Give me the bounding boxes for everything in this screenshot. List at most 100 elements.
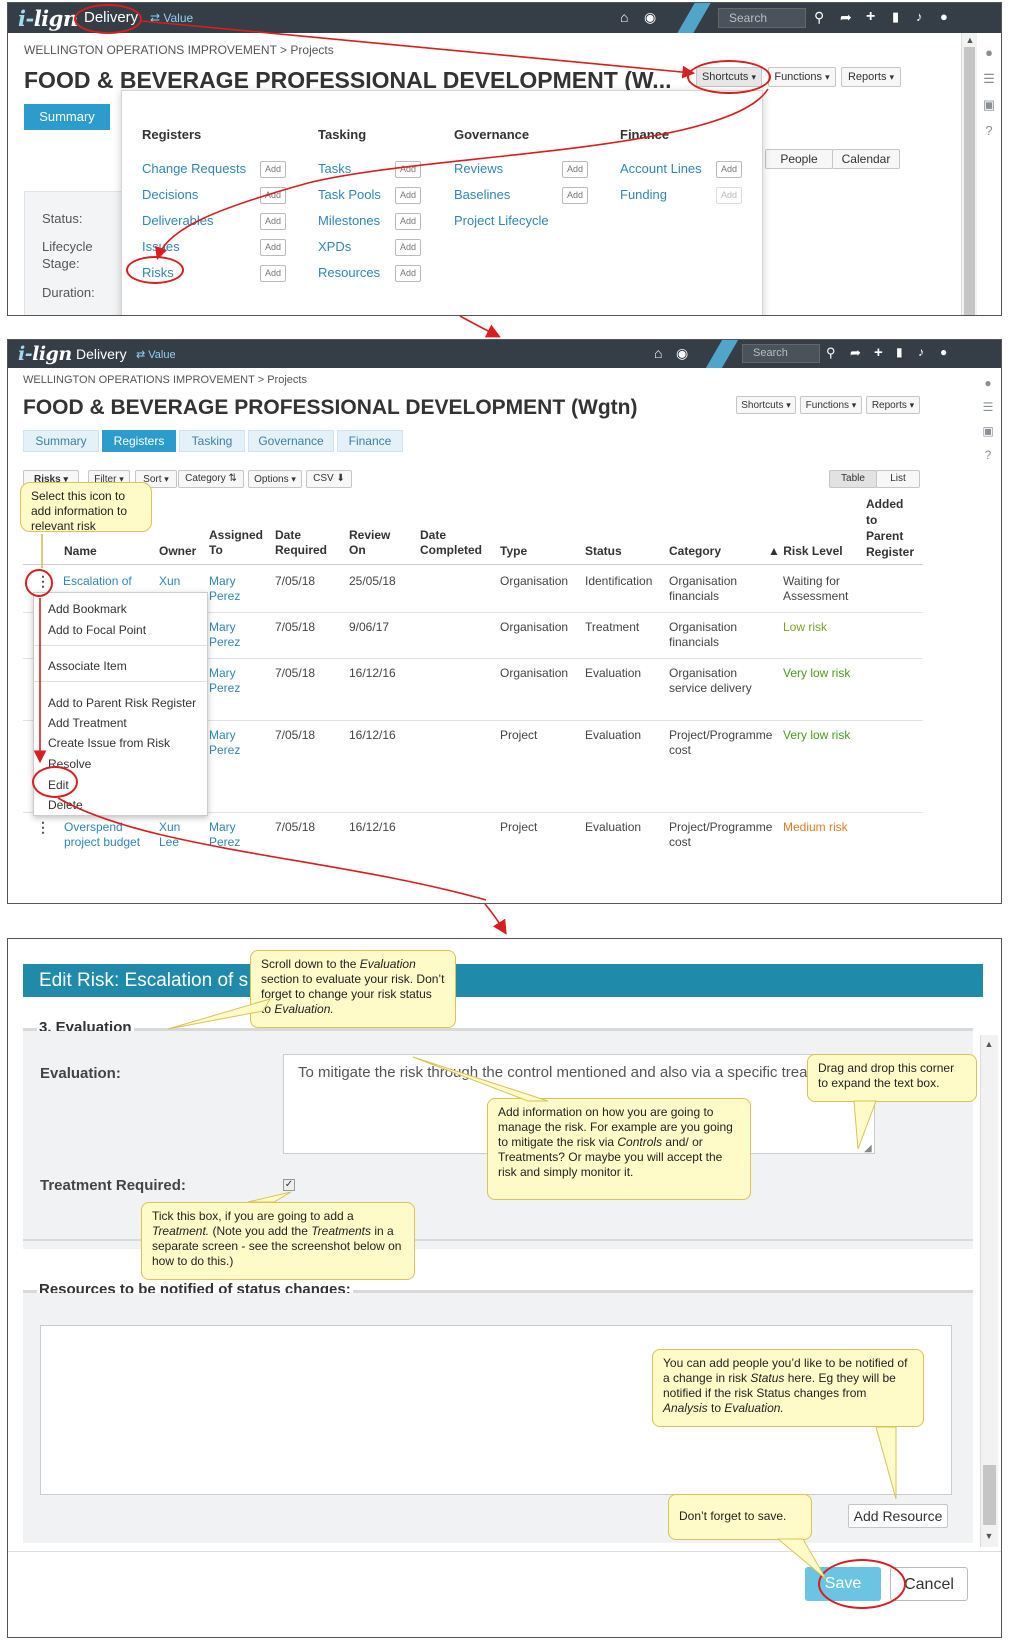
add-deliverable-button[interactable]: Add	[260, 213, 286, 230]
list-icon[interactable]: ☰	[977, 400, 999, 414]
add-review-button[interactable]: Add	[562, 161, 588, 178]
column-assigned-to[interactable]: Assigned To	[209, 528, 263, 558]
plus-icon[interactable]: +	[866, 8, 875, 26]
add-issue-button[interactable]: Add	[260, 239, 286, 256]
add-resource-shortcut-button[interactable]: Add	[395, 265, 421, 282]
value-switch[interactable]: ⇄ Value	[136, 348, 176, 361]
plus-icon[interactable]: +	[874, 344, 883, 361]
menu-add-focal-point[interactable]: Add to Focal Point	[48, 623, 146, 637]
column-owner[interactable]: Owner	[159, 544, 196, 559]
column-category[interactable]: Category	[669, 544, 721, 559]
module-delivery[interactable]: Delivery	[76, 346, 127, 362]
shortcut-decisions[interactable]: Decisions	[142, 187, 198, 202]
risk-name-link[interactable]: Overspend project budget	[64, 820, 140, 850]
owner-link[interactable]: Xun Lee	[159, 820, 180, 850]
tab-finance[interactable]: Finance	[337, 430, 403, 452]
breadcrumb-org[interactable]: WELLINGTON OPERATIONS IMPROVEMENT	[23, 374, 255, 386]
functions-button[interactable]: Functions ▾	[800, 396, 862, 414]
lock-icon[interactable]: ▣	[977, 424, 999, 438]
add-xpd-button[interactable]: Add	[395, 239, 421, 256]
tab-summary[interactable]: Summary	[23, 430, 99, 452]
shortcut-reviews[interactable]: Reviews	[454, 161, 503, 176]
search-input[interactable]: Search	[718, 8, 806, 28]
scrollbar-thumb[interactable]	[964, 47, 975, 315]
calendar-button[interactable]: Calendar	[832, 149, 900, 169]
assigned-to-link[interactable]: Mary Perez	[209, 574, 240, 604]
resize-handle-icon[interactable]: ◢	[864, 1143, 872, 1154]
menu-add-treatment[interactable]: Add Treatment	[48, 716, 127, 730]
shortcut-xpds[interactable]: XPDs	[318, 239, 351, 254]
column-status[interactable]: Status	[585, 544, 622, 559]
menu-add-to-parent-risk-register[interactable]: Add to Parent Risk Register	[48, 696, 196, 710]
add-baseline-button[interactable]: Add	[562, 187, 588, 204]
search-input[interactable]: Search	[742, 344, 820, 363]
shortcut-deliverables[interactable]: Deliverables	[142, 213, 214, 228]
shortcut-baselines[interactable]: Baselines	[454, 187, 510, 202]
bell-icon[interactable]: ♪	[916, 9, 923, 24]
shortcut-change-requests[interactable]: Change Requests	[142, 161, 246, 176]
assigned-to-link[interactable]: Mary Perez	[209, 820, 240, 850]
tab-tasking[interactable]: Tasking	[179, 430, 245, 452]
treatment-required-checkbox[interactable]: ✓	[283, 1179, 295, 1191]
shortcut-milestones[interactable]: Milestones	[318, 213, 380, 228]
menu-add-bookmark[interactable]: Add Bookmark	[48, 602, 127, 616]
column-risk-level[interactable]: ▲ Risk Level	[768, 544, 843, 559]
list-icon[interactable]: ☰	[978, 71, 1000, 87]
column-added-to-parent-register[interactable]: Added to Parent Register	[866, 496, 914, 560]
owner-link[interactable]: Xun	[159, 574, 180, 589]
reports-button[interactable]: Reports ▾	[866, 396, 920, 414]
vertical-scrollbar[interactable]: ▲	[961, 33, 978, 315]
scroll-up-icon[interactable]: ▲	[962, 35, 978, 45]
breadcrumb-projects[interactable]: Projects	[267, 374, 307, 386]
menu-delete[interactable]: Delete	[48, 798, 83, 812]
add-decision-button[interactable]: Add	[260, 187, 286, 204]
scroll-up-icon[interactable]: ▲	[981, 1039, 997, 1049]
globe-icon[interactable]: ◉	[676, 345, 688, 362]
shortcuts-button[interactable]: Shortcuts ▾	[736, 396, 796, 414]
table-view-button[interactable]: Table	[829, 470, 877, 488]
help-icon[interactable]: ?	[978, 123, 1000, 138]
shortcut-funding[interactable]: Funding	[620, 187, 667, 202]
scroll-down-icon[interactable]: ▼	[981, 1531, 997, 1541]
column-name[interactable]: Name	[64, 544, 97, 559]
shortcut-task-pools[interactable]: Task Pools	[318, 187, 381, 202]
shortcut-tasks[interactable]: Tasks	[318, 161, 351, 176]
add-task-button[interactable]: Add	[395, 161, 421, 178]
modal-scrollbar[interactable]: ▲ ▼	[980, 1035, 998, 1547]
people-button[interactable]: People	[765, 149, 833, 169]
column-date-completed[interactable]: Date Completed	[420, 528, 482, 558]
assigned-to-link[interactable]: Mary Perez	[209, 728, 240, 758]
shortcut-resources[interactable]: Resources	[318, 265, 380, 280]
column-type[interactable]: Type	[500, 544, 527, 559]
list-view-button[interactable]: List	[876, 470, 920, 488]
row-actions-icon[interactable]: ⋮	[36, 819, 50, 836]
globe-icon[interactable]: ◉	[644, 9, 656, 26]
user-icon[interactable]: ●	[940, 345, 947, 359]
scrollbar-thumb[interactable]	[983, 1465, 996, 1525]
home-icon[interactable]: ⌂	[654, 345, 662, 361]
home-icon[interactable]: ⌂	[620, 9, 628, 25]
bookmark-icon[interactable]: ▮	[896, 345, 903, 359]
search-icon[interactable]: ⚲	[814, 9, 824, 26]
ilign-logo[interactable]: i-lign	[18, 6, 78, 31]
shortcut-account-lines[interactable]: Account Lines	[620, 161, 702, 176]
bookmark-icon[interactable]: ▮	[892, 9, 899, 25]
user-icon[interactable]: ●	[940, 9, 948, 24]
lock-icon[interactable]: ▣	[978, 97, 1000, 113]
tab-summary[interactable]: Summary	[24, 104, 110, 130]
tab-registers[interactable]: Registers	[102, 430, 176, 452]
breadcrumb-projects[interactable]: Projects	[290, 43, 333, 57]
add-resource-button[interactable]: Add Resource	[848, 1504, 948, 1528]
column-review-on[interactable]: Review On	[349, 528, 390, 558]
menu-create-issue-from-risk[interactable]: Create Issue from Risk	[48, 736, 170, 750]
menu-associate-item[interactable]: Associate Item	[48, 659, 127, 673]
tab-governance[interactable]: Governance	[248, 430, 334, 452]
assigned-to-link[interactable]: Mary Perez	[209, 666, 240, 696]
search-icon[interactable]: ⚲	[826, 345, 836, 361]
add-milestone-button[interactable]: Add	[395, 213, 421, 230]
comment-icon[interactable]: ●	[978, 45, 1000, 60]
reports-button[interactable]: Reports ▾	[841, 67, 901, 87]
add-risk-button[interactable]: Add	[260, 265, 286, 282]
risk-name-link[interactable]: Escalation of	[63, 574, 132, 589]
add-change-request-button[interactable]: Add	[260, 161, 286, 178]
